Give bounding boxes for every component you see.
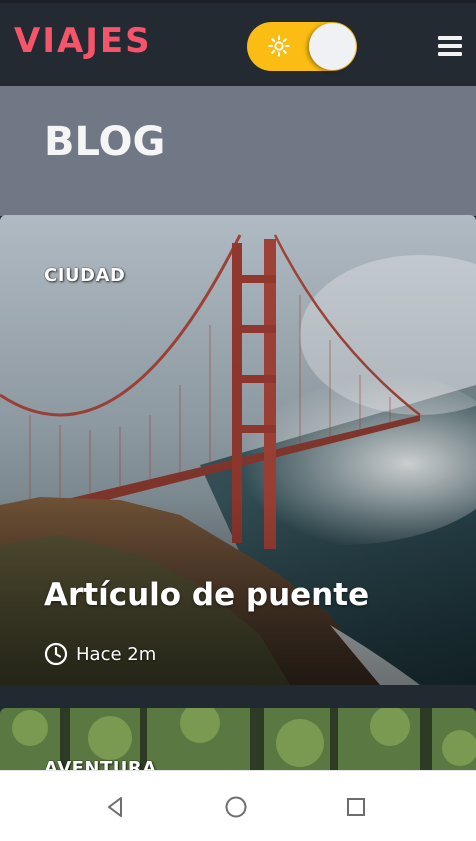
post-time: Hace 2m <box>76 643 157 665</box>
theme-toggle[interactable] <box>247 22 357 71</box>
app-bar: VIAJES <box>0 0 476 86</box>
blog-header: BLOG <box>0 86 476 216</box>
sun-icon <box>268 35 290 57</box>
clock-icon <box>44 642 68 666</box>
post-meta: Hace 2m <box>44 641 156 667</box>
post-card[interactable]: CIUDAD Artículo de puente Hace 2m <box>0 215 476 685</box>
post-category[interactable]: CIUDAD <box>44 265 125 286</box>
hamburger-menu-icon[interactable] <box>438 36 462 56</box>
back-icon[interactable] <box>104 795 128 819</box>
post-card[interactable]: AVENTURA <box>0 708 476 778</box>
home-icon[interactable] <box>224 795 248 819</box>
recents-icon[interactable] <box>344 795 368 819</box>
system-nav-bar <box>0 770 476 841</box>
page-title: BLOG <box>44 119 166 165</box>
brand-logo[interactable]: VIAJES <box>14 21 152 61</box>
toggle-knob[interactable] <box>309 23 356 70</box>
post-title[interactable]: Artículo de puente <box>44 577 369 613</box>
